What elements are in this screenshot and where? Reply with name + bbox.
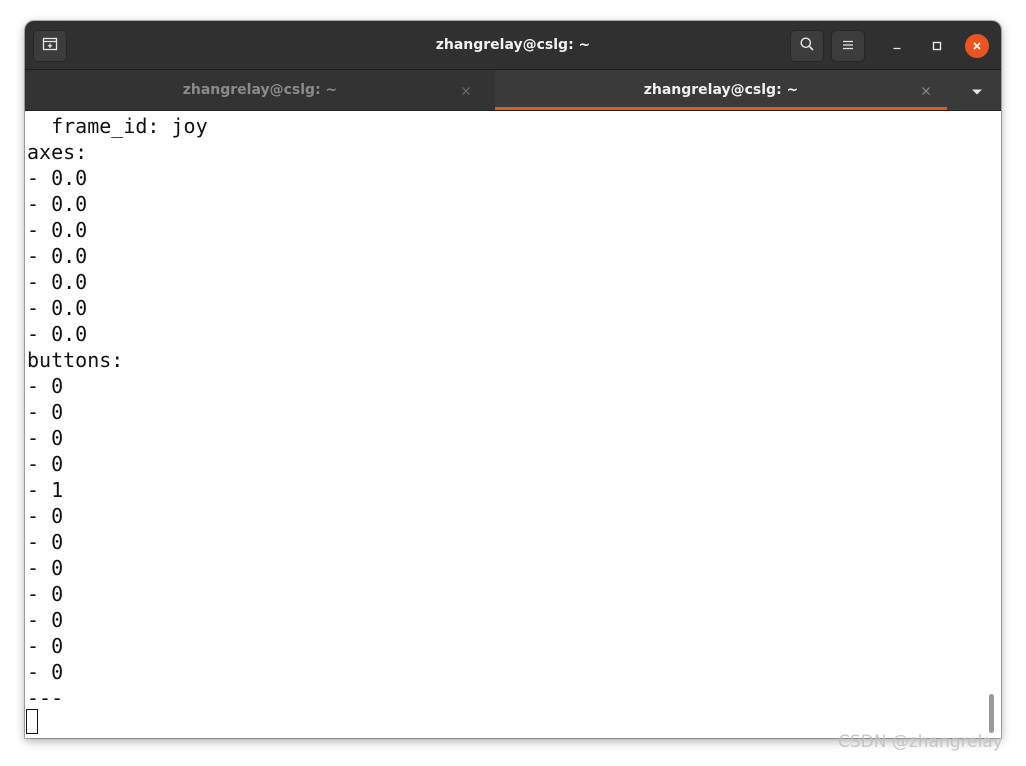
terminal-line: - 0 [27, 608, 64, 632]
terminal-line: --- [27, 686, 64, 710]
terminal-output[interactable]: frame_id: joy axes: - 0.0- 0.0- 0.0- 0.0- … [25, 111, 1001, 738]
chevron-down-icon [971, 81, 983, 100]
terminal-line: buttons: [27, 348, 124, 372]
menu-button[interactable] [831, 30, 865, 62]
terminal-line: - 0.0 [27, 322, 88, 346]
maximize-button[interactable] [925, 34, 949, 58]
close-icon [971, 37, 983, 56]
terminal-line: axes: [27, 140, 88, 164]
new-tab-button[interactable] [33, 30, 67, 62]
text-cursor [26, 709, 38, 734]
terminal-line: - 0.0 [27, 192, 88, 216]
terminal-line: - 0 [27, 504, 64, 528]
terminal-line: frame_id: joy [27, 114, 208, 138]
hamburger-menu-icon [841, 37, 855, 56]
terminal-line: - 0.0 [27, 296, 88, 320]
terminal-line: - 0.0 [27, 244, 88, 268]
terminal-line: - 0 [27, 374, 64, 398]
terminal-line: - 0 [27, 426, 64, 450]
search-icon [799, 36, 815, 56]
terminal-line: - 0 [27, 660, 64, 684]
header-bar: zhangrelay@cslg: ~ [25, 21, 1001, 70]
close-icon [461, 81, 471, 100]
new-tab-icon [42, 36, 58, 56]
tab-close-button[interactable] [919, 83, 933, 97]
terminal-line: - 0 [27, 452, 64, 476]
terminal-line: - 0 [27, 530, 64, 554]
terminal-window: zhangrelay@cslg: ~ zhangrelay@cslg: ~ zh… [25, 21, 1001, 738]
search-button[interactable] [790, 30, 824, 62]
tab-1[interactable]: zhangrelay@cslg: ~ [25, 70, 495, 110]
terminal-line: - 0.0 [27, 218, 88, 242]
terminal-line: - 0.0 [27, 166, 88, 190]
active-tab-indicator [495, 107, 947, 110]
tab-label: zhangrelay@cslg: ~ [643, 82, 799, 98]
terminal-line: - 0 [27, 634, 64, 658]
scrollbar[interactable] [989, 694, 994, 733]
tab-list-dropdown-button[interactable] [965, 80, 989, 100]
terminal-line: - 0 [27, 400, 64, 424]
tab-close-button[interactable] [459, 83, 473, 97]
maximize-icon [931, 37, 943, 56]
watermark: CSDN @zhangrelay [838, 732, 1003, 752]
minimize-button[interactable] [885, 34, 909, 58]
terminal-line: - 0 [27, 556, 64, 580]
minimize-icon [891, 37, 903, 56]
close-button[interactable] [965, 34, 989, 58]
tab-2-active[interactable]: zhangrelay@cslg: ~ [495, 70, 947, 110]
terminal-line: - 0.0 [27, 270, 88, 294]
terminal-line: - 1 [27, 478, 64, 502]
tab-label: zhangrelay@cslg: ~ [182, 82, 338, 98]
close-icon [921, 81, 931, 100]
terminal-line: - 0 [27, 582, 64, 606]
tab-bar: zhangrelay@cslg: ~ zhangrelay@cslg: ~ [25, 70, 1001, 111]
